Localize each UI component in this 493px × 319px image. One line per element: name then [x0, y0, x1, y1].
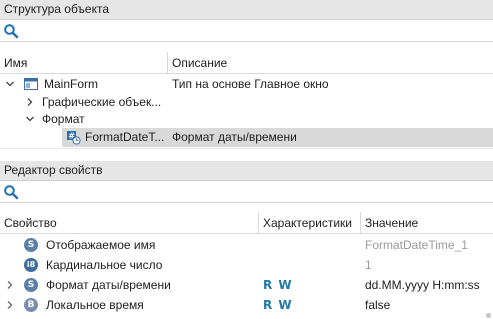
panel-splitter[interactable]: [0, 148, 493, 161]
tree-item-label: Графические объек...: [42, 95, 162, 109]
property-column-header: Свойство Характеристики Значение: [0, 212, 493, 234]
tree-item-label: FormatDateT...: [85, 130, 165, 144]
chevron-right-icon[interactable]: [25, 97, 35, 107]
property-value[interactable]: dd.MM.yyyy H:mm:ss: [365, 276, 480, 294]
read-write-flags: R W: [263, 278, 293, 292]
chevron-down-icon[interactable]: [25, 114, 35, 124]
string-type-icon: S: [24, 238, 38, 252]
chevron-right-icon[interactable]: [5, 300, 15, 310]
property-row-datetime-format[interactable]: S Формат даты/времени R W dd.MM.yyyy H:m…: [0, 276, 493, 294]
form-window-icon: [24, 78, 38, 90]
tree-item-label: Формат: [42, 112, 85, 126]
column-description[interactable]: Описание: [168, 52, 227, 74]
column-value[interactable]: Значение: [361, 212, 418, 234]
structure-column-header: Имя Описание: [0, 52, 493, 74]
property-value[interactable]: FormatDateTime_1: [365, 236, 468, 254]
chevron-down-icon[interactable]: [5, 79, 15, 89]
property-name: Локальное время: [46, 298, 144, 312]
read-write-flags: R W: [263, 298, 293, 312]
property-value[interactable]: 1: [365, 256, 372, 274]
property-row-cardinality[interactable]: i8 Кардинальное число 1: [0, 256, 493, 274]
column-characteristics[interactable]: Характеристики: [259, 212, 352, 234]
property-name: Формат даты/времени: [46, 278, 171, 292]
tree-item-description: Формат даты/времени: [172, 130, 297, 144]
property-row-local-time[interactable]: B Локальное время R W false: [0, 296, 493, 314]
property-panel-title: Редактор свойств: [0, 161, 493, 181]
property-name: Кардинальное число: [46, 258, 163, 272]
property-search-bar[interactable]: [0, 181, 493, 203]
tree-item-description: Тип на основе Главное окно: [172, 77, 329, 91]
tree-row-formatdatetime[interactable]: # FormatDateT... Формат даты/времени: [62, 128, 493, 147]
boolean-type-icon: B: [24, 298, 38, 312]
property-row-display-name[interactable]: S Отображаемое имя FormatDateTime_1: [0, 236, 493, 254]
tree-row-mainform[interactable]: MainForm Тип на основе Главное окно: [0, 75, 493, 93]
tree-row-graphics[interactable]: Графические объек...: [0, 93, 493, 111]
tree-item-label: MainForm: [44, 77, 99, 91]
structure-panel-title: Структура объекта: [0, 0, 493, 20]
format-object-icon: #: [67, 131, 81, 145]
scrollbar-thumb[interactable]: [486, 313, 491, 318]
property-name: Отображаемое имя: [46, 238, 156, 252]
chevron-right-icon[interactable]: [5, 280, 15, 290]
search-icon[interactable]: [3, 184, 19, 200]
int8-type-icon: i8: [24, 258, 38, 272]
column-name[interactable]: Имя: [0, 52, 27, 74]
column-property[interactable]: Свойство: [0, 212, 57, 234]
property-value[interactable]: false: [365, 296, 390, 314]
string-type-icon: S: [24, 278, 38, 292]
search-icon[interactable]: [3, 23, 19, 39]
tree-row-format[interactable]: Формат: [0, 110, 493, 128]
structure-search-bar[interactable]: [0, 20, 493, 42]
